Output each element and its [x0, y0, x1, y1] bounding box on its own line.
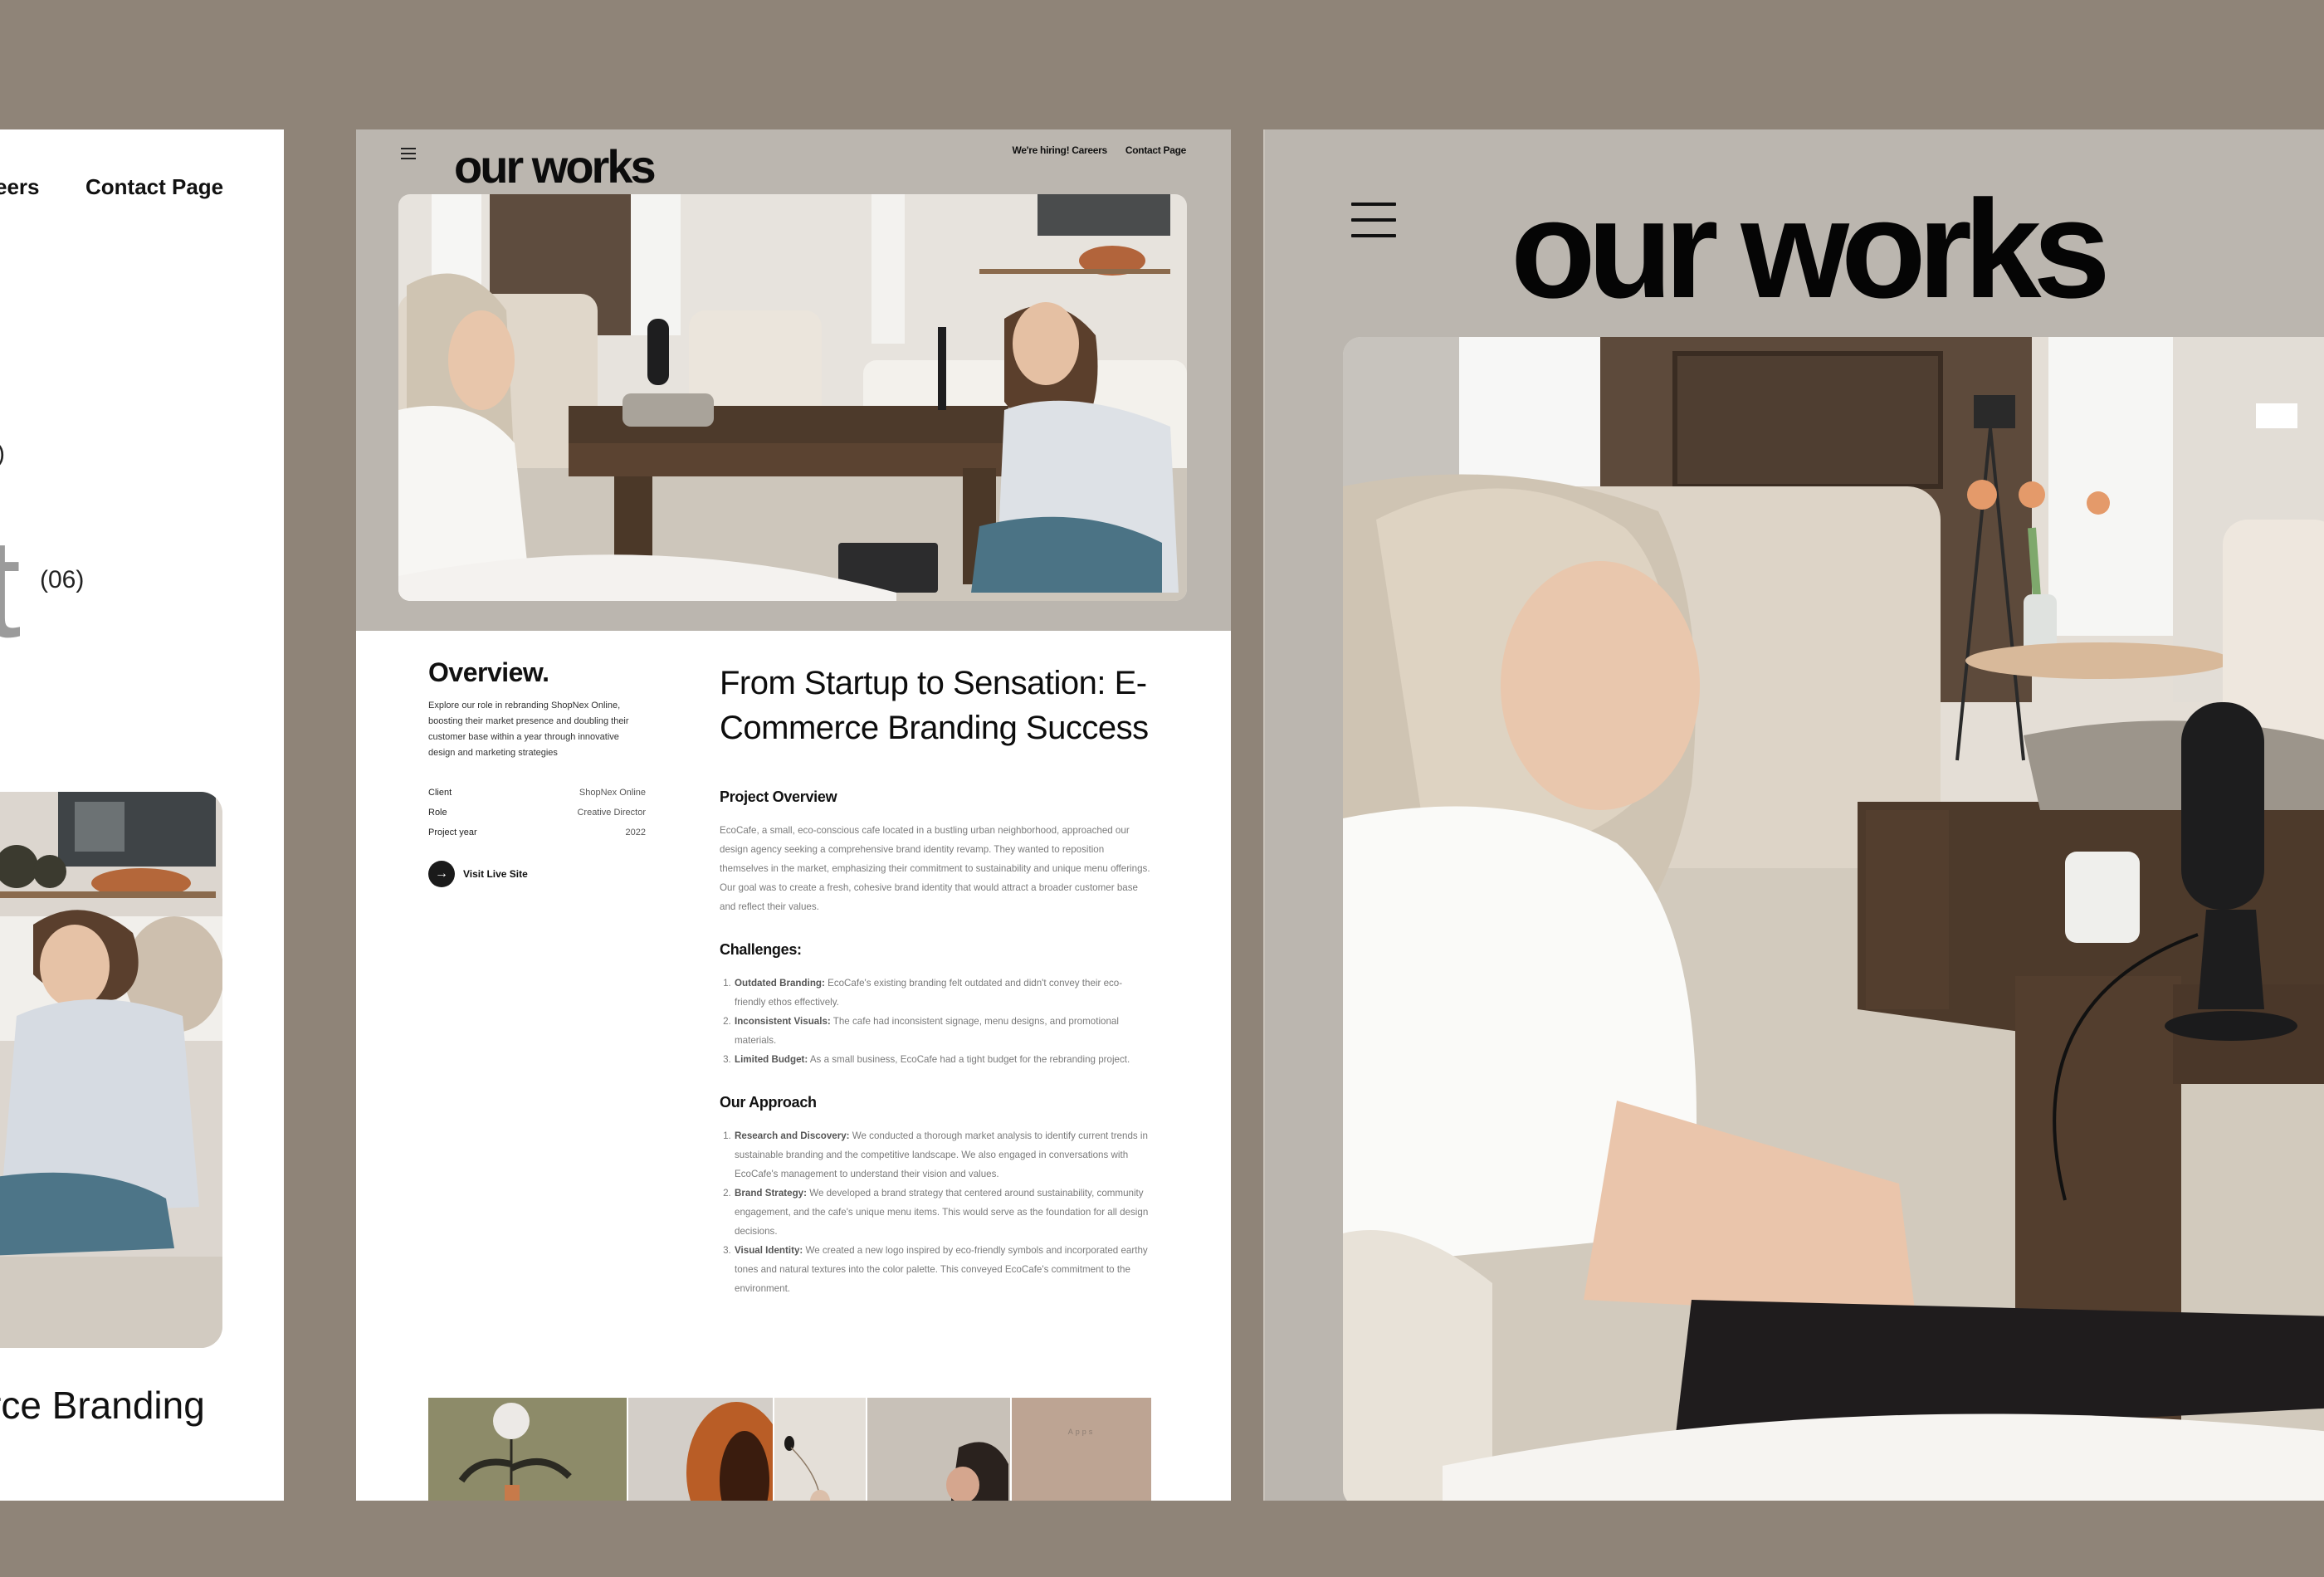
approach-heading: Our Approach [720, 1094, 817, 1111]
vase-photo [774, 1398, 866, 1501]
thumbnail-flower[interactable] [428, 1398, 627, 1501]
challenges-heading: Challenges: [720, 941, 802, 958]
section-title-fragment: t [0, 510, 22, 667]
hero-image [398, 194, 1187, 601]
nav-careers-link[interactable]: We're hiring! Careers [1013, 144, 1108, 156]
hamburger-menu-icon[interactable] [1351, 203, 1396, 237]
item-title: Research and Discovery: [735, 1130, 850, 1141]
podcast-photo [398, 194, 1187, 601]
thumbnail-vase[interactable] [774, 1398, 866, 1501]
woman-photo [867, 1398, 1010, 1501]
hat-photo [628, 1398, 773, 1501]
meta-value: ShopNex Online [579, 788, 646, 798]
nav-careers-link[interactable]: eers [0, 174, 40, 200]
top-nav: We're hiring! Careers Contact Page [1013, 144, 1187, 156]
meta-row-client: Client ShopNex Online [428, 783, 646, 803]
thumbnail-apps[interactable]: Apps [1012, 1398, 1151, 1501]
article-title: From Startup to Sensation: E-Commerce Br… [720, 665, 1149, 746]
meta-label: Client [428, 788, 452, 798]
flower-photo [428, 1398, 627, 1501]
list-item: Inconsistent Visuals: The cafe had incon… [734, 1012, 1151, 1050]
arrow-right-icon: → [428, 861, 455, 887]
meta-value: Creative Director [577, 808, 646, 818]
visit-live-site-button[interactable]: → Visit Live Site [428, 861, 646, 887]
thumbnail-woman[interactable] [867, 1398, 1010, 1501]
hero-image [1343, 337, 2324, 1501]
item-title: Visual Identity: [735, 1245, 803, 1256]
list-item: Brand Strategy: We developed a brand str… [734, 1184, 1151, 1241]
list-item: Limited Budget: As a small business, Eco… [734, 1050, 1151, 1069]
middle-page-preview: our works We're hiring! Careers Contact … [356, 129, 1231, 1501]
overview-description: Explore our role in rebranding ShopNex O… [428, 701, 629, 758]
item-title: Inconsistent Visuals: [735, 1016, 831, 1027]
meta-label: Role [428, 808, 447, 818]
list-item: Research and Discovery: We conducted a t… [734, 1126, 1151, 1184]
nav-contact-link[interactable]: Contact Page [1125, 144, 1186, 156]
item-title: Brand Strategy: [735, 1188, 807, 1199]
nav-contact-link[interactable]: Contact Page [85, 174, 223, 200]
hamburger-menu-icon[interactable] [401, 148, 416, 159]
podcast-photo [1343, 337, 2324, 1501]
item-title: Limited Budget: [735, 1054, 808, 1065]
section-count: (06) [40, 566, 85, 593]
project-card-image[interactable] [0, 792, 222, 1348]
item-text: As a small business, EcoCafe had a tight… [808, 1054, 1130, 1065]
site-logo[interactable]: our works [1511, 179, 2111, 319]
list-item: Outdated Branding: EcoCafe's existing br… [734, 974, 1151, 1012]
article-column: From Startup to Sensation: E-Commerce Br… [720, 661, 1151, 1298]
item-title: Outdated Branding: [735, 978, 825, 989]
meta-row-year: Project year 2022 [428, 823, 646, 842]
site-logo[interactable]: our works [454, 139, 657, 193]
challenges-list: Outdated Branding: EcoCafe's existing br… [720, 974, 1151, 1069]
thumbnail-hat[interactable] [628, 1398, 773, 1501]
meta-label: Project year [428, 828, 477, 837]
right-page-preview: our works [1263, 129, 2324, 1501]
visit-live-site-label: Visit Live Site [463, 868, 528, 880]
podcast-photo [0, 792, 222, 1348]
meta-value: 2022 [625, 828, 646, 837]
list-item: Visual Identity: We created a new logo i… [734, 1241, 1151, 1298]
overview-column: Overview. Explore our role in rebranding… [428, 657, 646, 887]
approach-list: Research and Discovery: We conducted a t… [720, 1126, 1151, 1298]
project-overview-heading: Project Overview [720, 788, 837, 805]
project-overview-body: EcoCafe, a small, eco-conscious cafe loc… [720, 825, 1150, 912]
left-page-preview: eers Contact Page ) t (06) rce Branding [0, 129, 284, 1501]
thumbnail-strip: Apps [428, 1398, 1151, 1501]
meta-row-role: Role Creative Director [428, 803, 646, 823]
overview-heading: Overview. [428, 657, 549, 687]
count-label: ) [0, 440, 5, 468]
thumbnail-label: Apps [1067, 1428, 1096, 1436]
project-card-title[interactable]: rce Branding [0, 1383, 205, 1428]
